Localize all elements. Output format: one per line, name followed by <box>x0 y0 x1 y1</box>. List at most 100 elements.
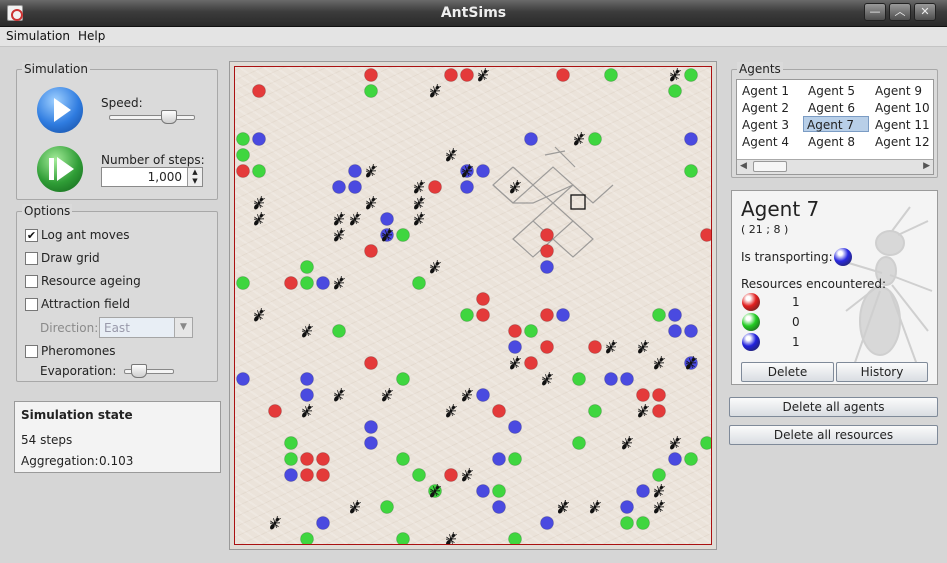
resource-dot <box>636 388 650 402</box>
agent-item[interactable]: Agent 8 <box>805 134 858 150</box>
agent-item[interactable]: Agent 12 <box>872 134 933 150</box>
aggregation-value: 0.103 <box>99 454 134 468</box>
ant-icon <box>653 500 665 514</box>
agent-item[interactable]: Agent 3 <box>739 117 792 133</box>
resource-dot <box>268 404 282 418</box>
resource-dot <box>652 404 666 418</box>
resource-dot <box>364 244 378 258</box>
spinner-down-icon[interactable]: ▼ <box>187 177 202 186</box>
log-ant-moves-label: Log ant moves <box>41 228 130 242</box>
resource-dot <box>508 340 522 354</box>
menu-simulation[interactable]: Simulation <box>6 29 70 43</box>
agents-list[interactable]: Agent 1 Agent 2 Agent 3 Agent 4 Agent 5 … <box>736 79 934 175</box>
resource-dot <box>476 164 490 178</box>
resource-dot <box>412 276 426 290</box>
close-button[interactable]: ✕ <box>914 3 936 21</box>
resource-dot <box>684 324 698 338</box>
speed-slider-track[interactable] <box>109 115 195 120</box>
resource-dot <box>348 164 362 178</box>
simulation-group-label: Simulation <box>22 62 90 76</box>
speed-label: Speed: <box>101 96 143 110</box>
scroll-left-icon[interactable]: ◀ <box>740 161 747 171</box>
history-button[interactable]: History <box>836 362 928 382</box>
steps-value: 1,000 <box>147 170 182 184</box>
resource-dot <box>364 68 378 82</box>
agent-item[interactable]: Agent 2 <box>739 100 792 116</box>
delete-all-resources-button[interactable]: Delete all resources <box>729 425 938 445</box>
resource-dot <box>540 516 554 530</box>
resource-dot <box>556 68 570 82</box>
resource-ageing-checkbox[interactable] <box>25 275 38 288</box>
resource-dot <box>444 68 458 82</box>
agent-item[interactable]: Agent 10 <box>872 100 933 116</box>
resource-dot <box>316 468 330 482</box>
resource-dot <box>300 388 314 402</box>
agent-item[interactable]: Agent 6 <box>805 100 858 116</box>
resource-ageing-label: Resource ageing <box>41 274 141 288</box>
play-button[interactable] <box>37 87 83 133</box>
resource-dot <box>396 372 410 386</box>
ant-icon <box>509 180 521 194</box>
log-ant-moves-checkbox[interactable]: ✔ <box>25 229 38 242</box>
resource-dot <box>684 452 698 466</box>
agent-item[interactable]: Agent 1 <box>739 83 792 99</box>
scrollbar-thumb[interactable] <box>753 161 787 172</box>
ant-icon <box>509 356 521 370</box>
direction-select[interactable]: East ▼ <box>99 317 193 338</box>
resource-dot <box>364 436 378 450</box>
agent-item[interactable]: Agent 9 <box>872 83 925 99</box>
delete-agent-button[interactable]: Delete <box>741 362 834 382</box>
pheromones-checkbox[interactable] <box>25 345 38 358</box>
resource-dot <box>332 324 346 338</box>
aggregation-label: Aggregation: <box>21 454 99 468</box>
scroll-right-icon[interactable]: ▶ <box>923 161 930 171</box>
agent-item[interactable]: Agent 5 <box>805 83 858 99</box>
resource-dot <box>364 356 378 370</box>
resource-dot <box>556 308 570 322</box>
minimize-button[interactable]: — <box>864 3 886 21</box>
delete-all-agents-button[interactable]: Delete all agents <box>729 397 938 417</box>
ant-icon <box>669 436 681 450</box>
resource-dot <box>460 308 474 322</box>
spinner-up-icon[interactable]: ▲ <box>187 168 202 177</box>
ant-icon <box>301 324 313 338</box>
ant-icon <box>301 404 313 418</box>
agents-list-scrollbar[interactable]: ◀ ▶ <box>737 159 933 174</box>
evaporation-slider-thumb[interactable] <box>131 364 147 378</box>
ant-icon <box>381 388 393 402</box>
step-button[interactable] <box>37 146 83 192</box>
resource-dot <box>284 436 298 450</box>
resource-dot <box>460 180 474 194</box>
ant-icon <box>477 68 489 82</box>
resource-dot <box>540 244 554 258</box>
steps-count: 54 steps <box>21 433 73 447</box>
resource-dot <box>300 276 314 290</box>
agent-item[interactable]: Agent 4 <box>739 134 792 150</box>
resources-label: Resources encountered: <box>741 277 887 291</box>
resource-dot <box>588 132 602 146</box>
blue-resource-count: 1 <box>792 335 800 349</box>
transporting-resource-icon <box>834 248 852 266</box>
red-resource-icon <box>742 293 760 311</box>
menu-help[interactable]: Help <box>78 29 105 43</box>
resource-dot <box>396 532 410 544</box>
steps-spinner[interactable]: 1,000 ▲ ▼ <box>101 167 203 187</box>
options-group-label: Options <box>22 204 73 218</box>
agent-item[interactable]: Agent 11 <box>872 117 933 133</box>
resource-dot <box>684 164 698 178</box>
ant-trail <box>492 146 614 258</box>
draw-grid-checkbox[interactable] <box>25 252 38 265</box>
resources-layer <box>236 68 711 544</box>
speed-slider-thumb[interactable] <box>161 110 178 124</box>
maximize-button[interactable]: ︿ <box>889 3 911 21</box>
resource-dot <box>604 372 618 386</box>
resource-dot <box>652 388 666 402</box>
resource-dot <box>700 228 711 242</box>
ant-icon <box>461 388 473 402</box>
ant-icon <box>605 340 617 354</box>
resource-dot <box>252 132 266 146</box>
ant-icon <box>333 228 345 242</box>
attraction-field-checkbox[interactable] <box>25 298 38 311</box>
simulation-canvas[interactable] <box>234 66 712 545</box>
agent-item-selected[interactable]: Agent 7 <box>803 116 869 132</box>
